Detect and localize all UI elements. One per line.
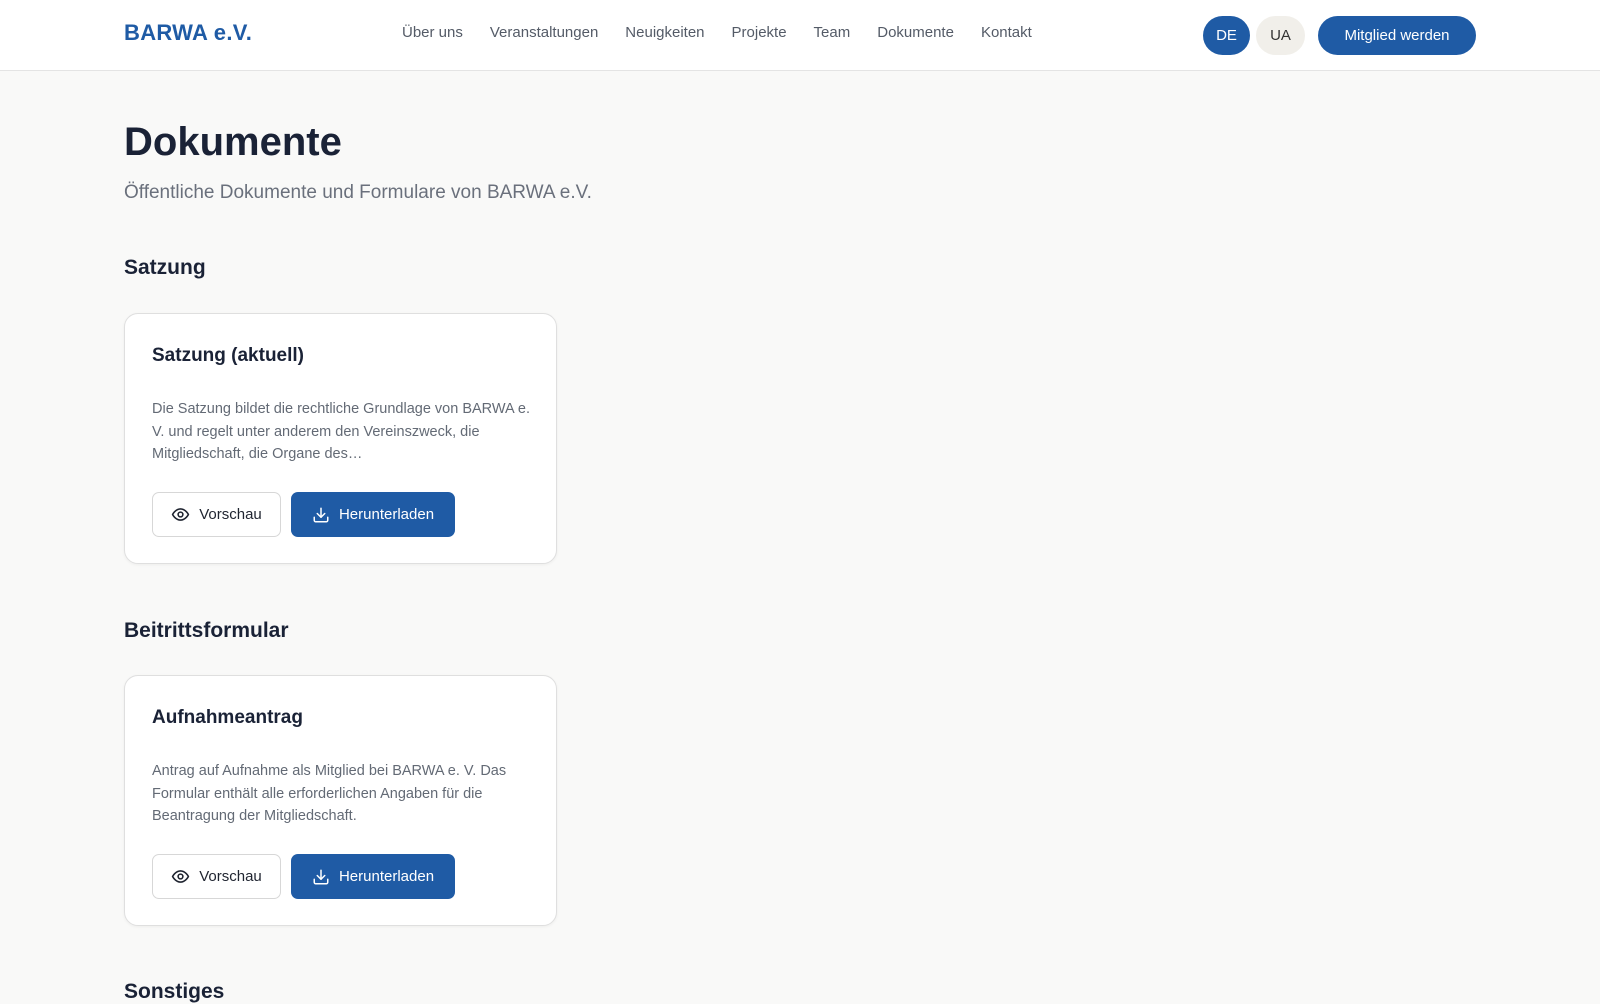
main-nav: Über uns Veranstaltungen Neuigkeiten Pro… [402, 24, 1032, 41]
document-card-aufnahmeantrag: Aufnahmeantrag Antrag auf Aufnahme als M… [124, 675, 557, 926]
eye-icon [171, 867, 190, 886]
preview-button[interactable]: Vorschau [152, 492, 281, 537]
logo[interactable]: BARWA e.V. [124, 20, 252, 46]
nav-link-veranstaltungen[interactable]: Veranstaltungen [490, 24, 598, 41]
download-icon [312, 506, 330, 524]
eye-icon [171, 505, 190, 524]
nav-link-ueber-uns[interactable]: Über uns [402, 24, 463, 41]
language-ua-button[interactable]: UA [1256, 16, 1305, 55]
section-title-satzung: Satzung [124, 256, 206, 279]
document-description: Antrag auf Aufnahme als Mitglied bei BAR… [152, 763, 507, 824]
preview-button-label: Vorschau [199, 506, 262, 523]
nav-link-dokumente[interactable]: Dokumente [877, 24, 954, 41]
language-de-button[interactable]: DE [1203, 16, 1250, 55]
document-title: Satzung (aktuell) [152, 345, 305, 366]
download-button-label: Herunterladen [338, 868, 435, 885]
download-button-label: Herunterladen [338, 506, 435, 523]
page-subtitle: Öffentliche Dokumente und Formulare von … [124, 182, 592, 203]
nav-link-projekte[interactable]: Projekte [732, 24, 787, 41]
section-title-beitrittsformular: Beitrittsformular [124, 619, 289, 642]
nav-link-team[interactable]: Team [814, 24, 851, 41]
document-title: Aufnahmeantrag [152, 707, 303, 728]
section-title-sonstiges: Sonstiges [124, 980, 225, 1003]
download-button[interactable]: Herunterladen [291, 492, 455, 537]
preview-button-label: Vorschau [199, 868, 262, 885]
become-member-button[interactable]: Mitglied werden [1318, 16, 1476, 55]
preview-button[interactable]: Vorschau [152, 854, 281, 899]
nav-link-neuigkeiten[interactable]: Neuigkeiten [625, 24, 704, 41]
download-button[interactable]: Herunterladen [291, 854, 455, 899]
nav-link-kontakt[interactable]: Kontakt [981, 24, 1032, 41]
site-header: BARWA e.V. Über uns Veranstaltungen Neui… [0, 0, 1600, 71]
document-description: Die Satzung bildet die rechtliche Grundl… [152, 401, 531, 462]
page-title: Dokumente [124, 120, 342, 164]
document-card-satzung: Satzung (aktuell) Die Satzung bildet die… [124, 313, 557, 564]
download-icon [312, 868, 330, 886]
